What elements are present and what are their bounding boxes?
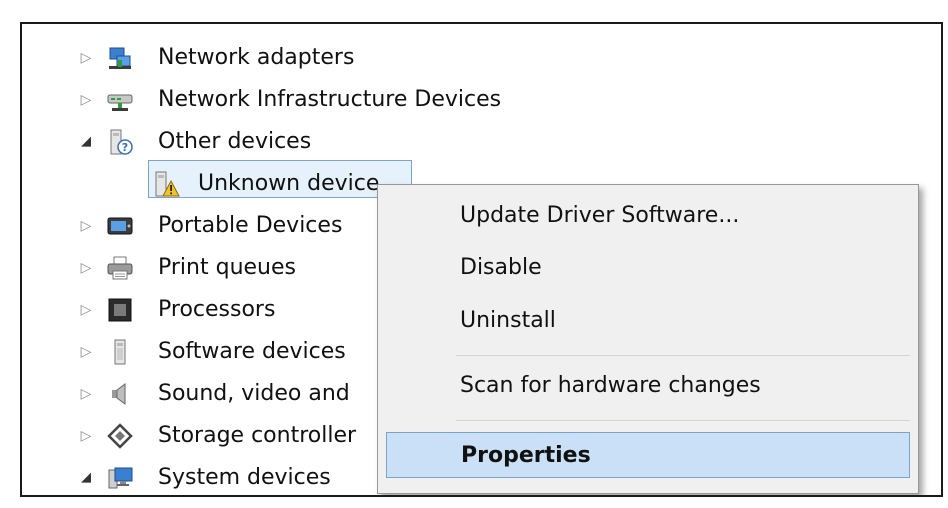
portable-devices-icon [106, 212, 134, 240]
menu-separator [456, 420, 910, 421]
menu-item-scan-hardware[interactable]: Scan for hardware changes [386, 363, 910, 409]
system-devices-icon [106, 464, 134, 492]
tree-item-label: Storage controller [158, 423, 357, 448]
menu-separator [456, 355, 910, 356]
context-menu: Update Driver Software... Disable Uninst… [377, 184, 919, 494]
expand-arrow-icon[interactable]: ▷ [78, 386, 94, 402]
expand-arrow-icon[interactable]: ▷ [78, 50, 94, 66]
tree-item-label: Other devices [158, 129, 312, 154]
expand-arrow-icon[interactable]: ▷ [78, 218, 94, 234]
software-device-icon [106, 338, 134, 366]
expand-arrow-icon[interactable]: ▷ [78, 260, 94, 276]
collapse-arrow-icon[interactable]: ◢ [78, 134, 94, 150]
tree-item-label: Sound, video and [158, 381, 350, 406]
network-adapter-icon [106, 44, 134, 72]
menu-item-disable[interactable]: Disable [386, 245, 910, 291]
tree-item-label: Software devices [158, 339, 346, 364]
collapse-arrow-icon[interactable]: ◢ [78, 470, 94, 486]
device-manager-window: ▷ Network adapters ▷ Network Infrastruct… [20, 22, 943, 497]
expand-arrow-icon[interactable]: ▷ [78, 92, 94, 108]
tree-item-label: Unknown device [198, 171, 380, 196]
menu-item-properties[interactable]: Properties [386, 432, 910, 478]
menu-item-uninstall[interactable]: Uninstall [386, 298, 910, 344]
unknown-device-warning-icon [152, 170, 180, 198]
speaker-icon [106, 380, 134, 408]
tree-item-label: Print queues [158, 255, 296, 280]
tree-item-label: Network adapters [158, 45, 355, 70]
expand-arrow-icon[interactable]: ▷ [78, 428, 94, 444]
tree-item-label: Portable Devices [158, 213, 343, 238]
expand-arrow-icon[interactable]: ▷ [78, 302, 94, 318]
tree-item-label: System devices [158, 465, 331, 490]
svg-text:?: ? [122, 141, 128, 154]
other-devices-icon: ? [106, 128, 134, 156]
storage-controller-icon [106, 422, 134, 450]
tree-item-label: Network Infrastructure Devices [158, 87, 502, 112]
tree-item-label: Processors [158, 297, 276, 322]
expand-arrow-icon[interactable]: ▷ [78, 344, 94, 360]
menu-item-update-driver[interactable]: Update Driver Software... [386, 193, 910, 239]
processor-icon [106, 296, 134, 324]
network-infrastructure-icon [106, 86, 134, 114]
printer-icon [106, 254, 134, 282]
